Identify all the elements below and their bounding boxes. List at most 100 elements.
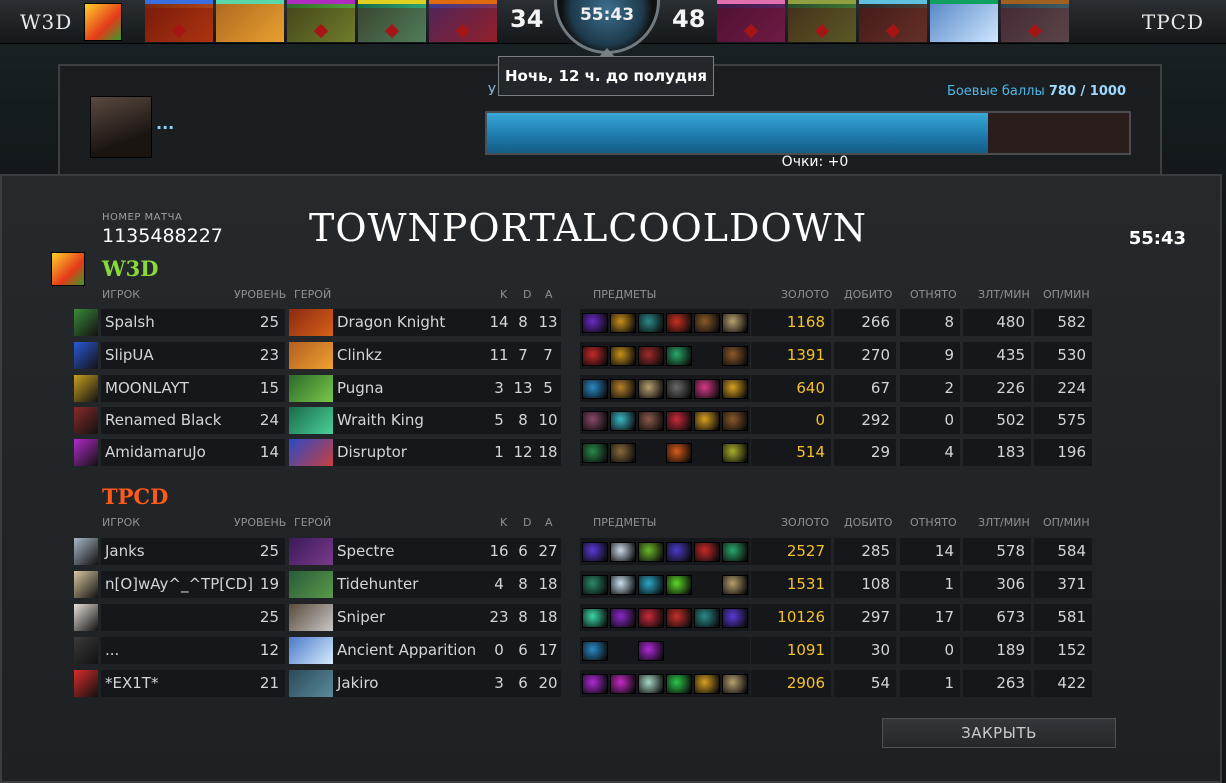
player-avatar[interactable] [74, 637, 98, 664]
item-icon[interactable] [638, 312, 664, 333]
player-avatar[interactable] [74, 342, 98, 369]
item-icon[interactable] [610, 607, 636, 628]
empty-item-slot[interactable] [666, 641, 692, 661]
item-icon[interactable] [582, 541, 608, 562]
item-icon[interactable] [638, 345, 664, 366]
left-hero-portrait[interactable] [216, 0, 284, 42]
item-icon[interactable] [666, 607, 692, 628]
item-icon[interactable] [610, 574, 636, 595]
item-icon[interactable] [638, 410, 664, 431]
empty-item-slot[interactable] [694, 443, 720, 463]
item-icon[interactable] [722, 378, 748, 399]
empty-item-slot[interactable] [722, 641, 748, 661]
item-icon[interactable] [638, 673, 664, 694]
player-row[interactable]: Janks 25 Spectre 16 6 27 2527 285 14 578 584 [74, 538, 1094, 565]
item-icon[interactable] [638, 607, 664, 628]
player-row[interactable]: SlipUA 23 Clinkz 11 7 7 1391 270 9 435 530 [74, 342, 1094, 369]
right-hero-portrait[interactable] [859, 0, 927, 42]
left-hero-portrait[interactable] [145, 0, 213, 42]
player-name[interactable]: SlipUA [101, 342, 259, 369]
player-name[interactable] [101, 604, 259, 631]
player-name[interactable]: AmidamaruJo [101, 439, 259, 466]
player-avatar[interactable] [74, 407, 98, 434]
item-icon[interactable] [610, 442, 636, 463]
player-avatar[interactable] [74, 538, 98, 565]
item-icon[interactable] [638, 574, 664, 595]
item-icon[interactable] [582, 345, 608, 366]
left-hero-portrait[interactable] [429, 0, 497, 42]
player-row[interactable]: *EX1T* 21 Jakiro 3 6 20 2906 54 1 263 422 [74, 670, 1094, 697]
item-icon[interactable] [694, 673, 720, 694]
player-row[interactable]: 25 Sniper 23 8 18 10126 297 17 673 581 [74, 604, 1094, 631]
item-icon[interactable] [610, 541, 636, 562]
player-avatar[interactable] [74, 375, 98, 402]
item-icon[interactable] [610, 410, 636, 431]
player-avatar[interactable] [74, 571, 98, 598]
player-name[interactable]: MOONLAYT [101, 375, 259, 402]
player-row[interactable]: AmidamaruJo 14 Disruptor 1 12 18 514 29 4 183 196 [74, 439, 1094, 466]
item-icon[interactable] [638, 378, 664, 399]
player-row[interactable]: Spalsh 25 Dragon Knight 14 8 13 1168 266 8 480 582 [74, 309, 1094, 336]
item-icon[interactable] [582, 378, 608, 399]
empty-item-slot[interactable] [610, 641, 636, 661]
item-icon[interactable] [722, 673, 748, 694]
item-icon[interactable] [666, 574, 692, 595]
left-hero-portrait[interactable] [358, 0, 426, 42]
item-icon[interactable] [666, 673, 692, 694]
item-icon[interactable] [582, 607, 608, 628]
item-icon[interactable] [694, 541, 720, 562]
player-avatar[interactable] [74, 309, 98, 336]
player-name[interactable]: *EX1T* [101, 670, 259, 697]
item-icon[interactable] [722, 410, 748, 431]
item-icon[interactable] [722, 574, 748, 595]
item-icon[interactable] [694, 378, 720, 399]
player-name[interactable]: ... [101, 637, 259, 664]
right-hero-portrait[interactable] [788, 0, 856, 42]
item-icon[interactable] [694, 607, 720, 628]
item-icon[interactable] [582, 312, 608, 333]
player-row[interactable]: Renamed Black Heart24 Wraith King5810 0292… [74, 407, 1094, 456]
item-icon[interactable] [610, 345, 636, 366]
item-icon[interactable] [666, 541, 692, 562]
item-icon[interactable] [582, 640, 608, 661]
item-icon[interactable] [638, 541, 664, 562]
item-icon[interactable] [666, 312, 692, 333]
right-hero-portrait[interactable] [717, 0, 785, 42]
item-icon[interactable] [666, 442, 692, 463]
more-dots[interactable]: ... [156, 114, 174, 133]
close-button[interactable]: ЗАКРЫТЬ [882, 718, 1116, 748]
item-icon[interactable] [582, 673, 608, 694]
item-icon[interactable] [666, 378, 692, 399]
item-icon[interactable] [694, 312, 720, 333]
player-avatar[interactable] [74, 604, 98, 631]
right-hero-portrait[interactable] [930, 0, 998, 42]
item-icon[interactable] [582, 574, 608, 595]
item-icon[interactable] [638, 640, 664, 661]
item-icon[interactable] [610, 378, 636, 399]
empty-item-slot[interactable] [638, 443, 664, 463]
item-icon[interactable] [722, 312, 748, 333]
item-icon[interactable] [666, 410, 692, 431]
empty-item-slot[interactable] [694, 575, 720, 595]
player-name[interactable]: Janks [101, 538, 259, 565]
item-icon[interactable] [722, 607, 748, 628]
item-icon[interactable] [722, 541, 748, 562]
empty-item-slot[interactable] [694, 346, 720, 366]
player-name[interactable]: n[O]wAy^_^TP[CD] [101, 571, 259, 598]
item-icon[interactable] [610, 312, 636, 333]
item-icon[interactable] [582, 442, 608, 463]
item-icon[interactable] [722, 442, 748, 463]
player-row[interactable]: ... 12 Ancient Apparition 0 6 17 1091 30 0 189 152 [74, 637, 1094, 664]
player-avatar[interactable] [74, 670, 98, 697]
item-icon[interactable] [610, 673, 636, 694]
item-icon[interactable] [722, 345, 748, 366]
empty-item-slot[interactable] [694, 641, 720, 661]
item-icon[interactable] [666, 345, 692, 366]
player-avatar[interactable] [74, 439, 98, 466]
right-hero-portrait[interactable] [1001, 0, 1069, 42]
player-row[interactable]: MOONLAYT 15 Pugna 3 13 5 640 67 2 226 224 [74, 375, 1094, 402]
left-hero-portrait[interactable] [287, 0, 355, 42]
player-row[interactable]: n[O]wAy^_^TP[CD] 19 Tidehunter 4 8 18 1531 108 1… [74, 571, 1094, 598]
player-name[interactable]: Spalsh [101, 309, 259, 336]
day-night-clock[interactable]: 55:43 [554, 0, 660, 54]
